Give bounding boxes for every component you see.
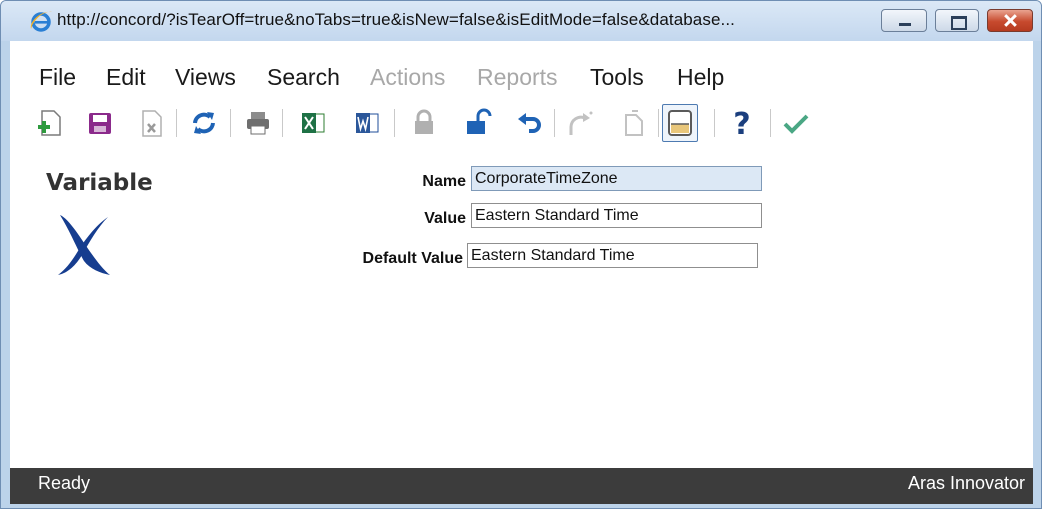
close-button[interactable] [987,9,1033,32]
minimize-button[interactable] [881,9,927,32]
value-field[interactable] [471,203,762,228]
lock-icon[interactable] [408,105,440,141]
new-item-icon[interactable] [34,105,66,141]
refresh-icon[interactable] [188,105,220,141]
toolbar-separator [714,109,715,137]
menu-edit[interactable]: Edit [106,64,146,91]
menu-bar: File Edit Views Search Actions Reports T… [10,41,1033,97]
help-icon[interactable]: ? [726,105,758,141]
name-field[interactable] [471,166,762,191]
toolbar: ? [10,97,1033,149]
toolbar-separator [658,109,659,137]
menu-views[interactable]: Views [175,64,236,91]
menu-help[interactable]: Help [677,64,724,91]
toolbar-separator [176,109,177,137]
word-export-icon[interactable] [352,105,384,141]
status-text: Ready [38,473,91,493]
excel-export-icon[interactable] [298,105,330,141]
print-icon[interactable] [242,105,274,141]
window-url: http://concord/?isTearOff=true&noTabs=tr… [57,10,735,29]
done-icon[interactable] [780,105,812,141]
menu-tools[interactable]: Tools [590,64,644,91]
title-bar: http://concord/?isTearOff=true&noTabs=tr… [1,1,1041,41]
menu-file[interactable]: File [39,64,76,91]
item-form: Variable Name Value Default Value [10,153,1033,468]
form-view-icon[interactable] [662,104,698,142]
product-name: Aras Innovator [907,473,1025,493]
svg-text:?: ? [733,107,750,141]
menu-reports[interactable]: Reports [477,64,558,91]
default-value-label: Default Value [362,250,463,267]
menu-actions[interactable]: Actions [370,64,445,91]
undo-icon[interactable] [514,105,546,141]
ie-icon [28,8,54,34]
unlock-icon[interactable] [462,105,494,141]
toolbar-separator [770,109,771,137]
delete-icon[interactable] [136,105,168,141]
toolbar-separator [230,109,231,137]
toolbar-separator [282,109,283,137]
value-label: Value [424,210,466,227]
variable-x-icon [54,211,116,279]
default-value-field[interactable] [467,243,758,268]
save-icon[interactable] [84,105,116,141]
copy-icon[interactable] [618,105,650,141]
maximize-button[interactable] [935,9,979,32]
item-type-label: Variable [46,170,153,196]
menu-search[interactable]: Search [267,64,340,91]
status-bar: Ready Aras Innovator [10,468,1033,504]
browser-window: http://concord/?isTearOff=true&noTabs=tr… [0,0,1042,509]
toolbar-separator [394,109,395,137]
name-label: Name [422,173,466,190]
client-area: File Edit Views Search Actions Reports T… [10,41,1033,504]
toolbar-separator [554,109,555,137]
promote-icon[interactable] [564,105,596,141]
